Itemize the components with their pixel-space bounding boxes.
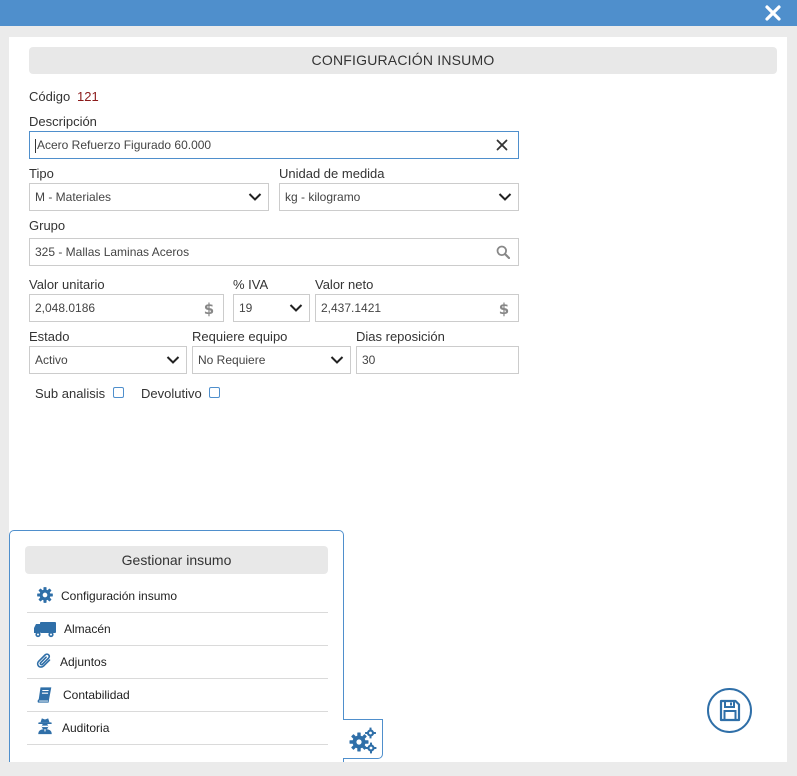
- close-icon[interactable]: [763, 3, 783, 23]
- valor-neto-input[interactable]: 2,437.1421 $: [315, 294, 519, 322]
- codigo-value: 121: [77, 89, 99, 104]
- requiere-equipo-select[interactable]: No Requiere: [192, 346, 351, 374]
- menu-item-configuracion[interactable]: Configuración insumo: [27, 580, 328, 613]
- menu-item-label: Configuración insumo: [61, 589, 178, 603]
- dollar-icon: $: [204, 301, 214, 317]
- menu-item-auditoria[interactable]: Auditoria: [27, 712, 328, 745]
- sub-analisis-checkbox[interactable]: [113, 387, 124, 398]
- svg-text:$: $: [499, 301, 509, 317]
- menu-item-label: Auditoria: [62, 721, 110, 735]
- grupo-value: 325 - Mallas Laminas Aceros: [35, 245, 190, 259]
- user-secret-icon: [38, 718, 52, 735]
- chevron-down-icon: [330, 356, 344, 364]
- estado-value: Activo: [35, 353, 68, 367]
- menu-item-contabilidad[interactable]: Contabilidad: [27, 679, 328, 712]
- valor-unitario-value: 2,048.0186: [35, 301, 96, 315]
- side-menu: Gestionar insumo Configuración insumo Al…: [9, 530, 344, 762]
- window-titlebar: [0, 0, 797, 26]
- valor-neto-label: Valor neto: [315, 277, 374, 292]
- estado-label: Estado: [29, 329, 70, 344]
- grupo-search-input[interactable]: 325 - Mallas Laminas Aceros: [29, 238, 519, 266]
- paperclip-icon: [36, 653, 51, 668]
- unidad-label: Unidad de medida: [279, 166, 385, 181]
- descripcion-value: Acero Refuerzo Figurado 60.000: [37, 138, 212, 152]
- grupo-label: Grupo: [29, 218, 66, 233]
- devolutivo-label: Devolutivo: [141, 386, 202, 401]
- page-title: CONFIGURACIÓN INSUMO: [29, 47, 777, 74]
- tipo-select[interactable]: M - Materiales: [29, 183, 269, 211]
- menu-toggle-button[interactable]: [343, 719, 383, 759]
- truck-icon: [34, 622, 56, 638]
- descripcion-label: Descripción: [29, 114, 97, 129]
- dollar-icon: $: [499, 301, 509, 317]
- clear-icon[interactable]: [496, 139, 508, 151]
- dias-reposicion-label: Dias reposición: [356, 329, 445, 344]
- dias-reposicion-input[interactable]: 30: [356, 346, 519, 374]
- menu-item-label: Almacén: [64, 622, 111, 636]
- codigo-label: Código: [29, 89, 71, 104]
- iva-label: % IVA: [233, 277, 269, 292]
- valor-neto-value: 2,437.1421: [321, 301, 382, 315]
- estado-select[interactable]: Activo: [29, 346, 187, 374]
- dias-reposicion-value: 30: [362, 353, 376, 367]
- floppy-disk-icon: [719, 699, 741, 722]
- tipo-value: M - Materiales: [35, 190, 112, 204]
- chevron-down-icon: [248, 193, 262, 201]
- requiere-equipo-label: Requiere equipo: [192, 329, 288, 344]
- text-cursor: [35, 138, 36, 153]
- menu-item-almacen[interactable]: Almacén: [27, 613, 328, 646]
- unidad-value: kg - kilogramo: [285, 190, 361, 204]
- chevron-down-icon: [289, 304, 303, 312]
- iva-select[interactable]: 19: [233, 294, 310, 322]
- valor-unitario-input[interactable]: 2,048.0186 $: [29, 294, 224, 322]
- gear-icon: [37, 587, 53, 603]
- menu-item-adjuntos[interactable]: Adjuntos: [27, 646, 328, 679]
- menu-item-label: Adjuntos: [60, 655, 107, 669]
- unidad-select[interactable]: kg - kilogramo: [279, 183, 519, 211]
- requiere-equipo-value: No Requiere: [198, 353, 266, 367]
- chevron-down-icon: [498, 193, 512, 201]
- svg-text:$: $: [204, 301, 214, 317]
- sub-analisis-label: Sub analisis: [35, 386, 106, 401]
- save-button[interactable]: [707, 688, 752, 733]
- menu-item-label: Contabilidad: [63, 688, 130, 702]
- gears-icon: [349, 727, 377, 754]
- menu-title: Gestionar insumo: [25, 546, 328, 574]
- search-icon[interactable]: [496, 245, 510, 259]
- chevron-down-icon: [166, 356, 180, 364]
- book-icon: [37, 687, 52, 703]
- descripcion-input[interactable]: Acero Refuerzo Figurado 60.000: [29, 131, 519, 159]
- devolutivo-checkbox[interactable]: [209, 387, 220, 398]
- iva-value: 19: [239, 301, 253, 315]
- tipo-label: Tipo: [29, 166, 54, 181]
- valor-unitario-label: Valor unitario: [29, 277, 105, 292]
